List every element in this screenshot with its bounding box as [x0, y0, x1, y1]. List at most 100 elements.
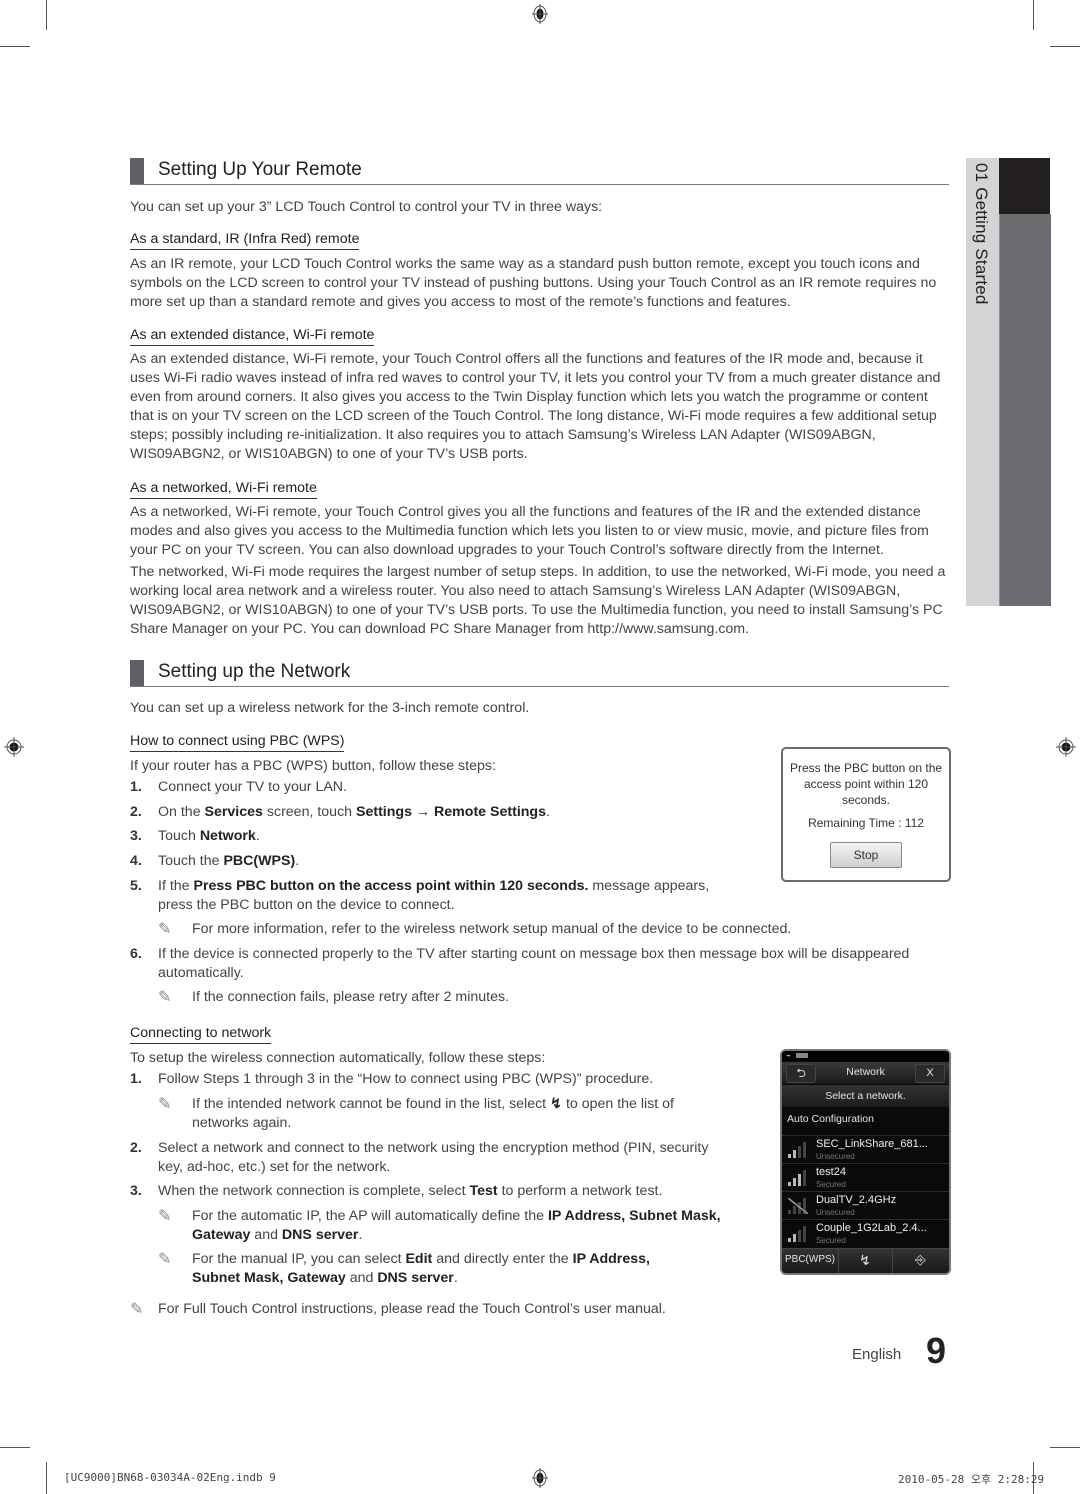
step-number: 4. — [130, 853, 142, 869]
pencil-note-icon: ✎ — [158, 989, 172, 1006]
subsection-heading: How to connect using PBC (WPS) — [130, 732, 345, 752]
wifi-signal-icon — [788, 1170, 806, 1186]
intro-text: You can set up your 3” LCD Touch Control… — [130, 199, 603, 215]
network-security: Unsecured — [816, 1152, 855, 1161]
step-text: automatically. — [158, 965, 244, 981]
paragraph: The networked, Wi-Fi mode requires the l… — [130, 564, 946, 637]
section-header-bar — [130, 158, 144, 184]
refresh-icon: ↯ — [550, 1096, 562, 1112]
exit-button[interactable]: ⎆ — [892, 1249, 949, 1273]
step-number: 1. — [130, 779, 142, 795]
pbc-message: Press the PBC button on the access point… — [789, 761, 943, 807]
network-name: test24 — [816, 1166, 846, 1178]
note-text: For Full Touch Control instructions, ple… — [158, 1301, 666, 1317]
footer-bar: PBC(WPS) ↯ ⎆ — [782, 1248, 949, 1273]
section-header-bar — [130, 660, 144, 686]
section-title: Setting Up Your Remote — [158, 159, 362, 180]
step-number: 6. — [130, 946, 142, 962]
crop-mark — [0, 1447, 30, 1448]
step-text: Connect your TV to your LAN. — [158, 779, 347, 795]
refresh-icon: ↯ — [859, 1252, 871, 1268]
crop-mark — [1050, 1447, 1080, 1448]
note-text: If the intended network cannot be found … — [192, 1096, 674, 1112]
network-name: Couple_1G2Lab_2.4... — [816, 1222, 927, 1234]
step-number: 2. — [130, 804, 142, 820]
exit-icon: ⎆ — [915, 1252, 926, 1267]
network-list-item[interactable]: SEC_LinkShare_681... Unsecured — [782, 1135, 949, 1163]
note-text: For more information, refer to the wirel… — [192, 921, 792, 937]
remaining-time: Remaining Time : 112 — [808, 816, 924, 830]
battery-icon — [796, 1053, 808, 1058]
registration-mark-icon — [532, 1468, 548, 1488]
note-text: Subnet Mask, Gateway and DNS server. — [192, 1270, 458, 1286]
wifi-signal-icon — [788, 1142, 806, 1158]
intro-text: You can set up a wireless network for th… — [130, 700, 530, 716]
refresh-button[interactable]: ↯ — [838, 1249, 893, 1273]
status-bar: ⌁ — [782, 1051, 949, 1061]
registration-mark-icon — [532, 4, 548, 24]
step-text: On the Services screen, touch Settings →… — [158, 804, 550, 820]
step-number: 2. — [130, 1140, 142, 1156]
stop-button[interactable]: Stop — [830, 842, 902, 868]
subsection-heading: As a networked, Wi-Fi remote — [130, 479, 317, 499]
chapter-tab-strip — [999, 214, 1051, 606]
paragraph: As a networked, Wi-Fi remote, your Touch… — [130, 504, 929, 558]
language-label: English — [852, 1346, 902, 1363]
section-title: Setting up the Network — [158, 661, 351, 682]
page-number: 9 — [926, 1330, 947, 1371]
step-number: 3. — [130, 828, 142, 844]
subsection-heading: As an extended distance, Wi-Fi remote — [130, 326, 375, 346]
network-name: SEC_LinkShare_681... — [816, 1138, 928, 1150]
title-bar: ⮌ Network X — [782, 1062, 949, 1084]
crop-mark — [46, 1462, 47, 1494]
paragraph: As an extended distance, Wi-Fi remote, y… — [130, 351, 941, 462]
crop-mark — [1050, 46, 1080, 47]
step-text: press the PBC button on the device to co… — [158, 897, 455, 913]
section-header: Setting up the Network — [130, 660, 949, 687]
subsection-heading: Connecting to network — [130, 1024, 272, 1044]
step-text: key, ad-hoc, etc.) set for the network. — [158, 1159, 391, 1175]
registration-mark-icon — [1056, 737, 1076, 757]
step-text: Select a network and connect to the netw… — [158, 1140, 709, 1156]
print-slug-right: 2010-05-28 오후 2:28:29 — [898, 1473, 1045, 1486]
step-text: When the network connection is complete,… — [158, 1183, 663, 1199]
crop-mark — [0, 46, 30, 47]
note-text: For the automatic IP, the AP will automa… — [192, 1208, 721, 1224]
network-name: DualTV_2.4GHz — [816, 1194, 897, 1206]
crop-mark — [46, 0, 47, 30]
note-text: networks again. — [192, 1115, 292, 1131]
pbc-wps-button[interactable]: PBC(WPS) — [782, 1249, 839, 1273]
pbc-dialog: Press the PBC button on the access point… — [781, 747, 951, 882]
signal-status-icon: ⌁ — [786, 1051, 791, 1060]
auto-configuration-option[interactable]: Auto Configuration — [787, 1113, 874, 1125]
pencil-note-icon: ✎ — [158, 1251, 172, 1268]
chapter-tab-marker — [999, 158, 1050, 214]
note-text: For the manual IP, you can select Edit a… — [192, 1251, 650, 1267]
note-text: If the connection fails, please retry af… — [192, 989, 510, 1005]
step-text: Follow Steps 1 through 3 in the “How to … — [158, 1071, 654, 1087]
pencil-note-icon: ✎ — [158, 921, 172, 938]
network-security: Secured — [816, 1236, 846, 1245]
network-list-item[interactable]: DualTV_2.4GHz Unsecured — [782, 1191, 949, 1219]
network-security: Unsecured — [816, 1208, 855, 1217]
step-number: 3. — [130, 1183, 142, 1199]
pencil-note-icon: ✎ — [130, 1301, 144, 1318]
network-list-item[interactable]: test24 Secured — [782, 1163, 949, 1191]
registration-mark-icon — [4, 737, 24, 757]
network-security: Secured — [816, 1180, 846, 1189]
paragraph: As an IR remote, your LCD Touch Control … — [130, 256, 937, 310]
note-text: Gateway and DNS server. — [192, 1227, 363, 1243]
crop-mark — [1033, 0, 1034, 30]
network-list-item[interactable]: Couple_1G2Lab_2.4... Secured — [782, 1219, 949, 1247]
wifi-signal-icon — [788, 1226, 806, 1242]
subsection-heading: As a standard, IR (Infra Red) remote — [130, 230, 360, 250]
print-slug-left: [UC9000]BN68-03034A-02Eng.indb 9 — [64, 1471, 276, 1484]
subtitle-bar: Select a network. — [782, 1085, 949, 1107]
chapter-label: 01 Getting Started — [972, 163, 991, 305]
wifi-signal-icon — [788, 1198, 808, 1214]
network-screen: ⌁ ⮌ Network X Select a network. Auto Con… — [780, 1049, 951, 1275]
close-button[interactable]: X — [915, 1064, 945, 1083]
step-text: Touch the PBC(WPS). — [158, 853, 300, 869]
step-number: 5. — [130, 878, 142, 894]
step-number: 1. — [130, 1071, 142, 1087]
